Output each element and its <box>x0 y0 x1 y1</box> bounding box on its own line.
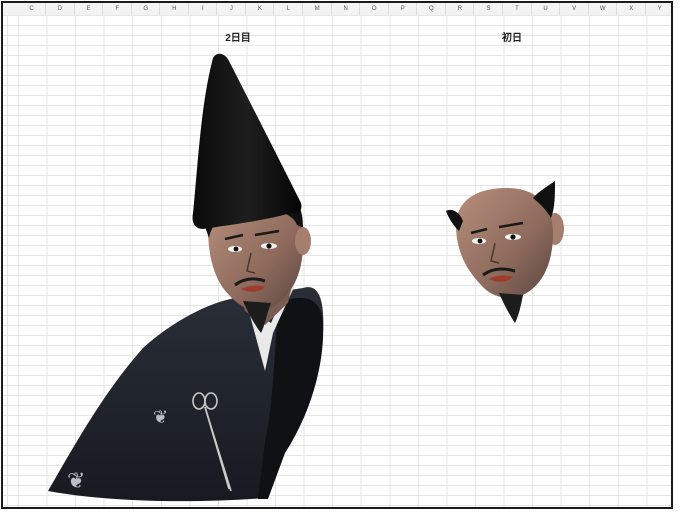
figure-day-1[interactable] <box>446 181 564 323</box>
pupil-right-2 <box>510 234 516 240</box>
ear <box>295 227 311 255</box>
pupil-right <box>266 243 272 249</box>
figure-day-2[interactable]: ❦ ❦ <box>48 53 324 502</box>
eboshi-hat <box>192 53 302 229</box>
pupil-left <box>233 246 239 252</box>
pupil-left-2 <box>477 238 483 244</box>
beard-2 <box>499 293 523 323</box>
drawing-layer: ❦ ❦ <box>48 53 564 502</box>
crest-emblem-upper: ❦ <box>153 407 168 428</box>
spreadsheet-canvas: CDEFGHIJKLMNOPQRSTUVWXY 2日目 初日 ❦ ❦ <box>1 1 673 509</box>
crest-emblem-lower: ❦ <box>67 469 85 494</box>
